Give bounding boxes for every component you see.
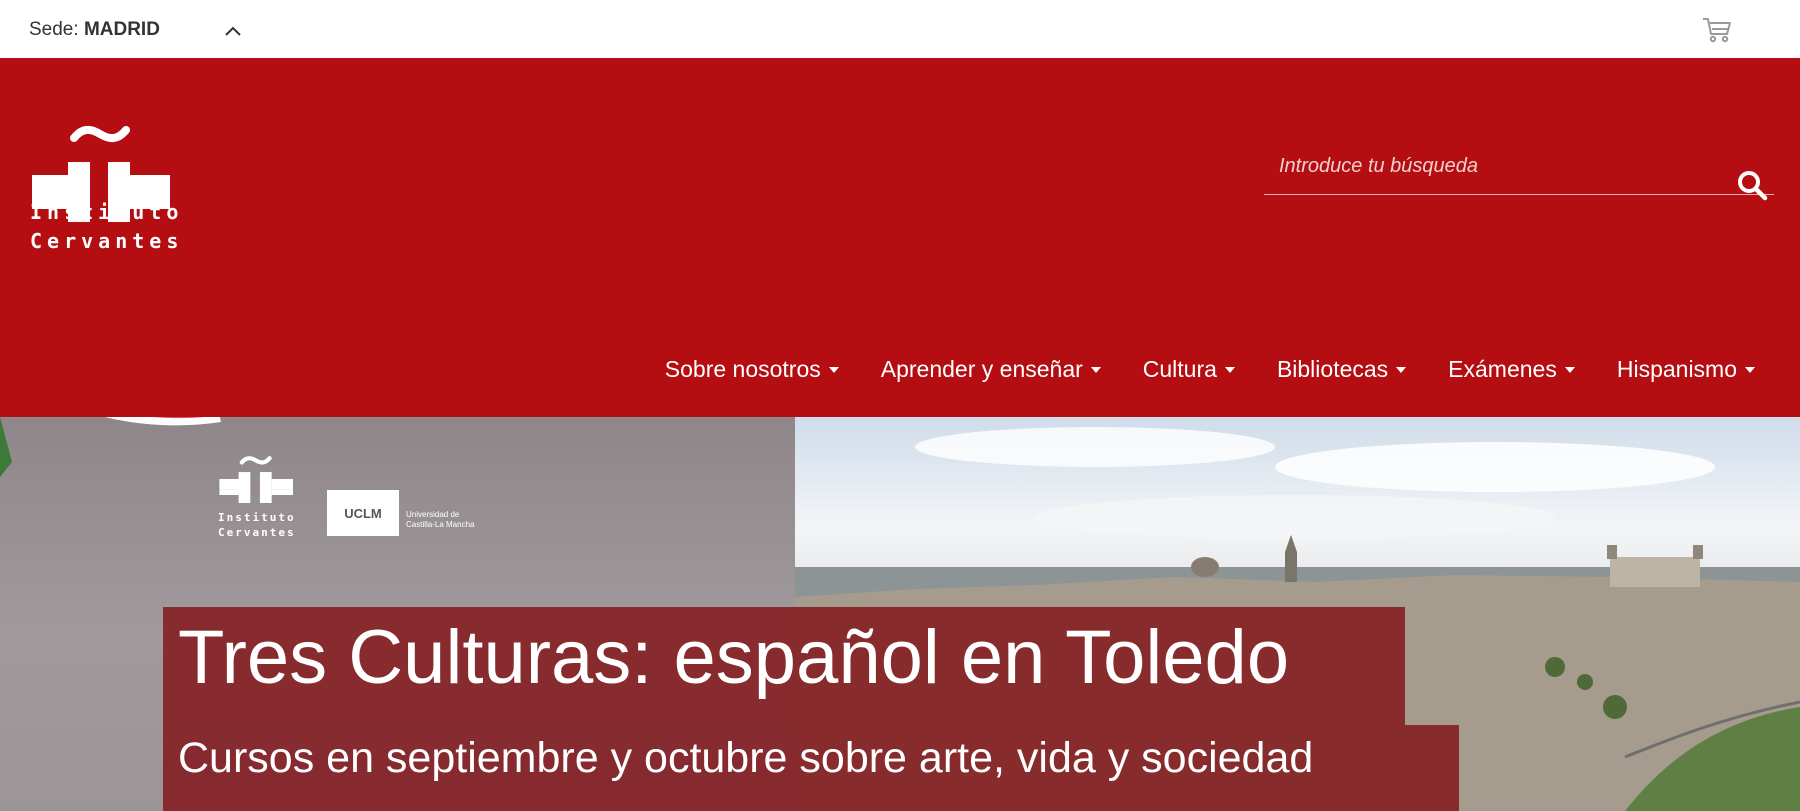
- nav-item-hispanismo[interactable]: Hispanismo: [1617, 356, 1755, 383]
- chevron-up-icon[interactable]: [222, 20, 244, 42]
- caret-down-icon: [1224, 366, 1235, 373]
- nav-label: Aprender y enseñar: [880, 356, 1083, 382]
- sede-value: MADRID: [83, 19, 160, 40]
- nav-item-bibliotecas[interactable]: Bibliotecas: [1276, 356, 1407, 383]
- nav-item-cultura[interactable]: Cultura: [1143, 356, 1235, 383]
- logo-text-line1: Instituto: [30, 200, 184, 224]
- hero-subtitle: Cursos en septiembre y octubre sobre art…: [178, 734, 1314, 782]
- caret-down-icon: [1745, 366, 1755, 373]
- uclm-caption: Universidad de Castilla-La Mancha: [406, 510, 474, 530]
- nav-label: Hispanismo: [1616, 356, 1737, 382]
- hero-title: Tres Culturas: español en Toledo: [178, 615, 1290, 700]
- sede-label: Sede:: [29, 19, 84, 40]
- nav-item-examenes[interactable]: Exámenes: [1448, 356, 1575, 383]
- nav-label: Sobre nosotros: [664, 356, 821, 382]
- logo-text-line2: Cervantes: [30, 229, 184, 253]
- caret-down-icon: [1090, 366, 1101, 373]
- uclm-caption-line2: Castilla-La Mancha: [406, 520, 475, 529]
- site-header: Instituto Cervantes Sobre nosotros Apren…: [0, 58, 1800, 417]
- instituto-cervantes-small-logo: [219, 456, 293, 503]
- search-icon[interactable]: [1735, 168, 1769, 202]
- caret-down-icon: [1396, 366, 1407, 373]
- sede-selector[interactable]: Sede: MADRID: [29, 19, 160, 41]
- uclm-caption-line1: Universidad de: [406, 510, 460, 519]
- hero-banner[interactable]: Instituto Cervantes UCLM Universidad de …: [0, 417, 1800, 811]
- main-nav: Sobre nosotros Aprender y enseñar Cultur…: [623, 356, 1755, 383]
- search-bar: [1264, 144, 1774, 195]
- nav-item-aprender[interactable]: Aprender y enseñar: [881, 356, 1101, 383]
- caret-down-icon: [828, 366, 839, 373]
- nav-label: Bibliotecas: [1276, 356, 1389, 382]
- small-logo-text-line2: Cervantes: [218, 526, 296, 539]
- uclm-logo: UCLM: [327, 490, 399, 536]
- small-logo-text-line1: Instituto: [218, 511, 296, 524]
- nav-label: Cultura: [1142, 356, 1217, 382]
- nav-item-sobre-nosotros[interactable]: Sobre nosotros: [665, 356, 839, 383]
- search-input[interactable]: [1264, 144, 1734, 188]
- nav-label: Exámenes: [1448, 356, 1557, 382]
- top-bar: Sede: MADRID: [0, 0, 1800, 58]
- decorative-arc: [0, 417, 221, 477]
- caret-down-icon: [1564, 366, 1575, 373]
- cart-icon[interactable]: [1702, 16, 1732, 44]
